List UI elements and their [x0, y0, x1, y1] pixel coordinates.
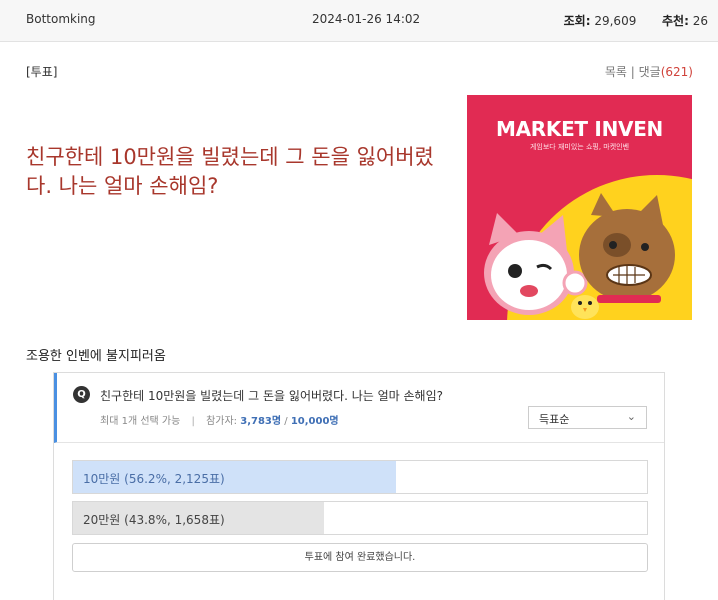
- comments-link[interactable]: 댓글: [639, 65, 661, 79]
- recommend-label: 추천:: [662, 14, 689, 28]
- post-info-bar: Bottomking 2024-01-26 14:02 조회: 29,609 추…: [0, 0, 718, 42]
- list-link[interactable]: 목록: [605, 65, 627, 79]
- post-stats: 조회: 29,609 추천: 26: [564, 12, 708, 29]
- views-count: 29,609: [594, 14, 637, 28]
- poll-meta: 최대 1개 선택 가능 | 참가자: 3,783명 / 10,000명: [100, 412, 339, 427]
- author-name[interactable]: Bottomking: [26, 12, 96, 26]
- poll-option-2[interactable]: 20만원 (43.8%, 1,658표): [72, 501, 648, 535]
- participants-separator: /: [284, 416, 288, 427]
- banner-tagline: 게임보다 재미있는 쇼핑, 마켓인벤: [529, 143, 630, 151]
- poll-question: 친구한테 10만원을 빌렸는데 그 돈을 잃어버렸다. 나는 얼마 손해임?: [100, 389, 444, 403]
- post-category: [투표]: [26, 65, 58, 79]
- post-date: 2024-01-26 14:02: [312, 12, 421, 26]
- poll-header: Q 친구한테 10만원을 빌렸는데 그 돈을 잃어버렸다. 나는 얼마 손해임?…: [54, 373, 664, 443]
- market-inven-banner[interactable]: MARKET INVEN 게임보다 재미있는 쇼핑, 마켓인벤: [467, 95, 692, 320]
- post-title: 친구한테 10만원을 빌렸는데 그 돈을 잃어버렸다. 나는 얼마 손해임?: [26, 145, 434, 198]
- link-separator: |: [630, 65, 635, 79]
- poll-option-1-label: 10만원 (56.2%, 2,125표): [83, 472, 225, 486]
- views-label: 조회:: [563, 14, 591, 28]
- post-body: 조용한 인벤에 불지피러옴: [26, 349, 166, 364]
- q-badge-icon: Q: [73, 386, 90, 403]
- sort-select[interactable]: 득표순 ⌄: [528, 406, 647, 429]
- poll-meta-separator: |: [191, 416, 195, 427]
- vote-complete-button[interactable]: 투표에 참여 완료했습니다.: [72, 543, 648, 572]
- recommend-count: 26: [692, 14, 708, 28]
- comments-count[interactable]: (621): [661, 65, 693, 79]
- participants-capacity: 10,000명: [290, 416, 339, 427]
- sort-select-value: 득표순: [539, 413, 570, 426]
- banner-logo: MARKET INVEN: [495, 117, 663, 141]
- participants-count: 3,783명: [240, 416, 282, 427]
- poll-option-2-label: 20만원 (43.8%, 1,658표): [83, 513, 225, 527]
- poll-option-1[interactable]: 10만원 (56.2%, 2,125표): [72, 460, 648, 494]
- participants-label: 참가자:: [206, 416, 238, 427]
- poll-box: Q 친구한테 10만원을 빌렸는데 그 돈을 잃어버렸다. 나는 얼마 손해임?…: [53, 372, 665, 600]
- post-links: 목록 | 댓글(621): [605, 63, 693, 80]
- poll-select-info: 최대 1개 선택 가능: [100, 416, 181, 427]
- chevron-down-icon: ⌄: [626, 410, 636, 423]
